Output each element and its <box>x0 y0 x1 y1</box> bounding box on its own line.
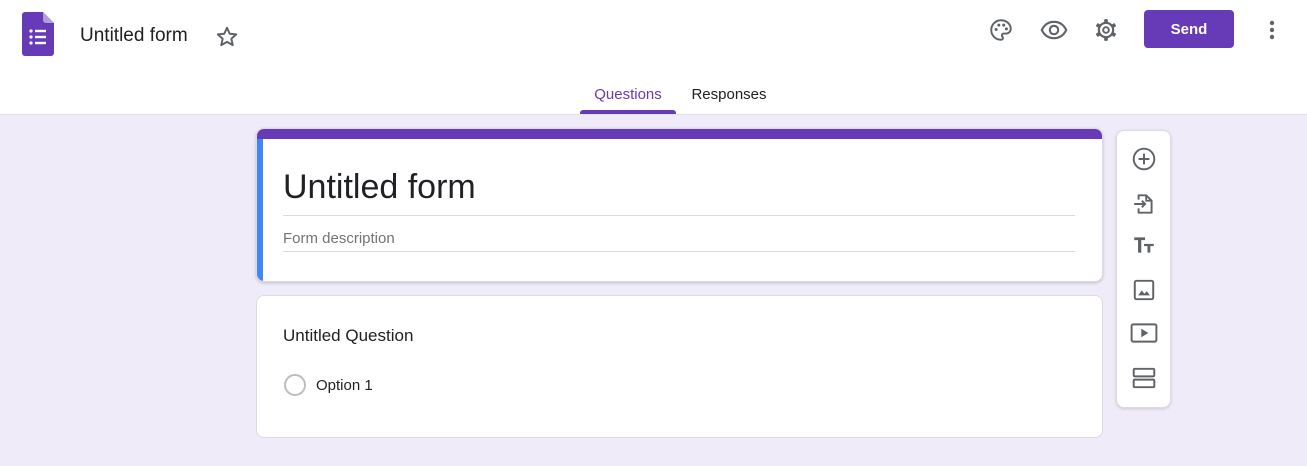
eye-icon <box>1040 20 1068 40</box>
tab-questions[interactable]: Questions <box>580 86 676 104</box>
question-card[interactable]: Untitled Question Option 1 <box>256 295 1103 438</box>
customize-theme-button[interactable] <box>985 14 1017 46</box>
option-label[interactable]: Option 1 <box>316 377 373 395</box>
more-vert-icon <box>1269 20 1275 40</box>
form-title-input[interactable]: Untitled form <box>283 167 476 207</box>
title-underline <box>283 215 1075 216</box>
add-question-button[interactable] <box>1129 144 1159 174</box>
settings-button[interactable] <box>1090 14 1122 46</box>
add-image-icon <box>1133 279 1155 301</box>
star-icon[interactable] <box>214 24 240 50</box>
gear-icon <box>1096 19 1116 41</box>
floating-toolbar <box>1116 130 1171 408</box>
radio-button[interactable] <box>284 374 306 396</box>
add-title-icon <box>1134 237 1154 253</box>
send-button[interactable]: Send <box>1144 10 1234 48</box>
top-bar: Untitled form Send Questions Responses <box>0 0 1307 115</box>
active-tab-indicator <box>580 110 676 114</box>
preview-button[interactable] <box>1038 14 1070 46</box>
question-title[interactable]: Untitled Question <box>283 326 413 346</box>
palette-icon <box>990 19 1012 41</box>
add-section-button[interactable] <box>1129 363 1159 393</box>
add-video-icon <box>1130 323 1158 343</box>
add-video-button[interactable] <box>1129 318 1159 348</box>
focus-indicator <box>257 139 263 281</box>
document-title[interactable]: Untitled form <box>80 24 188 48</box>
import-questions-icon <box>1134 194 1153 214</box>
add-section-icon <box>1132 367 1156 389</box>
add-image-button[interactable] <box>1129 275 1159 305</box>
form-description-input[interactable]: Form description <box>283 230 395 248</box>
add-question-icon <box>1132 147 1156 171</box>
form-title-card[interactable]: Untitled form Form description <box>256 128 1103 282</box>
description-underline <box>283 251 1075 252</box>
accent-stripe <box>257 129 1102 139</box>
google-forms-icon[interactable] <box>22 12 54 56</box>
import-questions-button[interactable] <box>1129 189 1159 219</box>
add-title-button[interactable] <box>1129 230 1159 260</box>
more-options-button[interactable] <box>1260 14 1284 46</box>
tab-responses[interactable]: Responses <box>680 86 778 104</box>
